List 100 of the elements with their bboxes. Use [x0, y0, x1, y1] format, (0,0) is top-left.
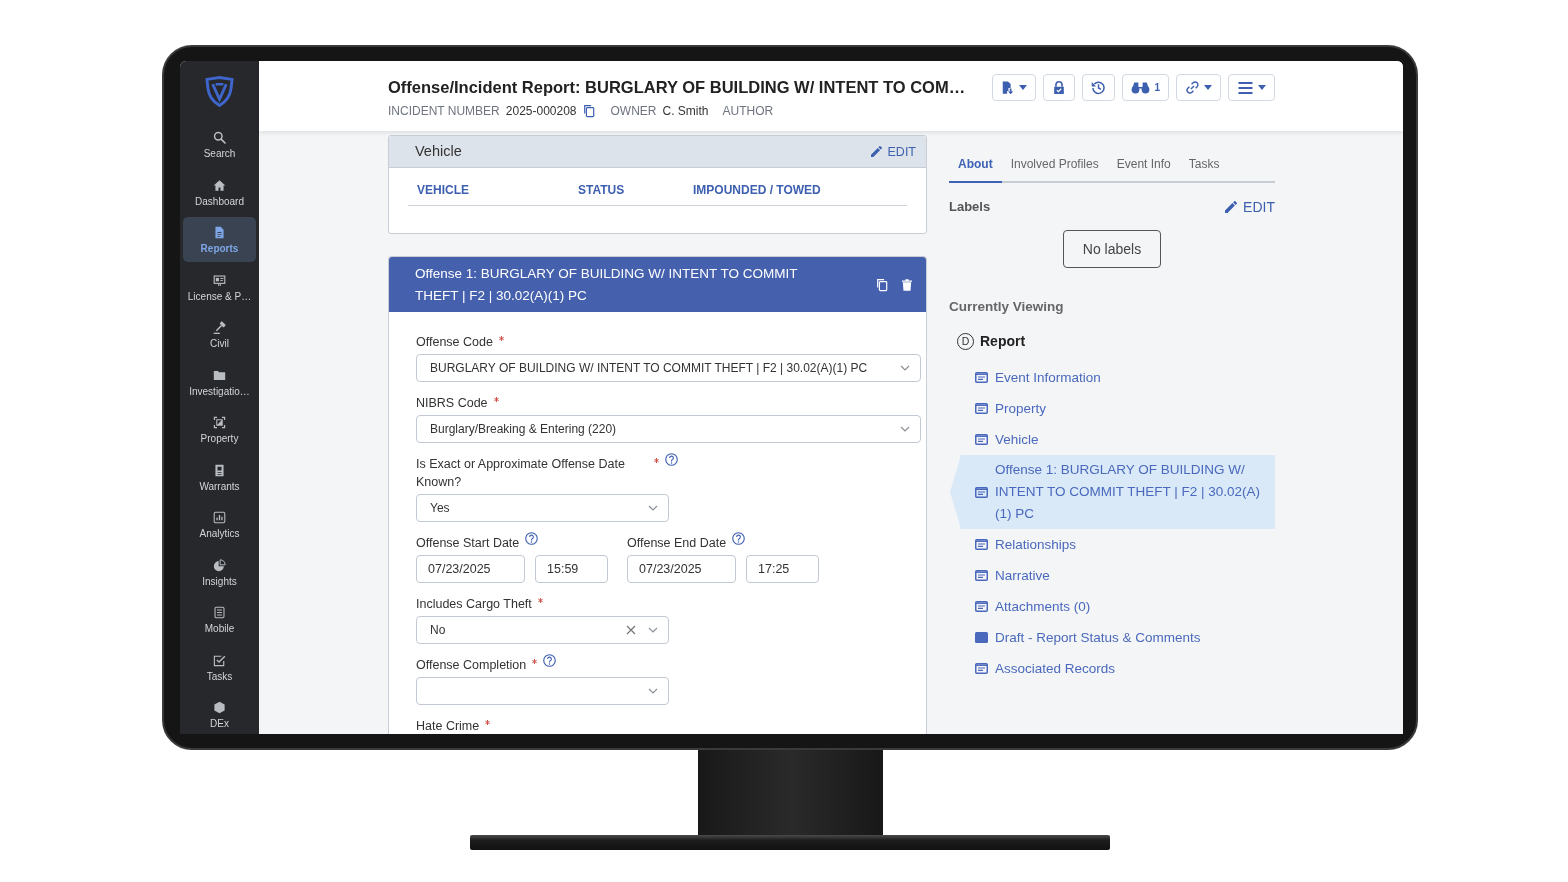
lock-check-icon: [1052, 80, 1067, 95]
panel-tab[interactable]: Event Info: [1107, 151, 1180, 183]
form-icon: [975, 434, 988, 445]
form-icon: [975, 601, 988, 612]
sidebar-nav-item[interactable]: Tasks: [183, 644, 256, 690]
toolbar-button[interactable]: 1: [1122, 74, 1169, 101]
sidebar-nav-item[interactable]: Warrants: [183, 454, 256, 500]
tree-root-label: Report: [980, 332, 1026, 351]
field-label: Includes Cargo Theft: [416, 596, 532, 613]
panel-tab[interactable]: About: [949, 151, 1002, 183]
tree-item[interactable]: Draft - Report Status & Comments: [950, 622, 1275, 653]
square-icon: [975, 632, 988, 643]
panel-tab[interactable]: Tasks: [1179, 151, 1229, 183]
column-header: IMPOUNDED / TOWED: [693, 182, 821, 198]
form-icon: [975, 372, 988, 383]
tree-item[interactable]: Relationships: [950, 529, 1275, 560]
copy-icon[interactable]: [582, 104, 595, 118]
chevron-down-icon: [648, 688, 658, 694]
meta-value: 2025-000208: [505, 103, 577, 119]
toolbar-button[interactable]: [1176, 74, 1221, 101]
checkbox-icon: [213, 653, 226, 667]
meta-label: AUTHOR: [722, 103, 774, 119]
binoculars-icon: [1131, 81, 1151, 94]
offense-title: Offense 1: BURGLARY OF BUILDING W/ INTENT TO COMMIT THEFT | F2 | 30.02(A)(1) PC: [415, 264, 799, 305]
tree-item[interactable]: Offense 1: BURGLARY OF BUILDING W/ INTENT TO COMMIT THEFT | F2 | 30.02(A)(1) PC: [950, 455, 1275, 529]
home-icon: [213, 178, 226, 192]
sidebar-nav-item[interactable]: Mobile: [183, 597, 256, 642]
help-icon[interactable]: [543, 654, 557, 667]
id-card-icon: [213, 273, 226, 287]
meta-value: C. Smith: [662, 103, 709, 119]
sidebar-nav-item[interactable]: Search: [183, 122, 256, 167]
sidebar-nav-item[interactable]: Dashboard: [183, 169, 256, 215]
column-header: STATUS: [578, 182, 626, 198]
card-title: Vehicle: [415, 141, 462, 161]
bar-chart-icon: [213, 511, 226, 524]
clipboard-icon: [213, 606, 226, 619]
tree-item[interactable]: Associated Records: [950, 653, 1275, 684]
time-input[interactable]: 17:25: [746, 555, 819, 583]
field-label: Is Exact or Approximate Offense Date Known?: [416, 456, 626, 491]
meta-label: INCIDENT NUMBER: [388, 103, 500, 119]
empty-labels-notice: No labels: [1063, 230, 1161, 268]
meta-label: OWNER: [610, 103, 657, 119]
link-icon: [1185, 80, 1200, 95]
sidebar-nav-item[interactable]: Investigatio…: [183, 359, 256, 405]
sidebar-nav-item[interactable]: DEx: [183, 692, 256, 734]
copy-icon[interactable]: [876, 277, 888, 292]
form-icon: [975, 663, 988, 674]
form-icon: [975, 539, 988, 550]
sidebar-nav-item[interactable]: License & P…: [183, 264, 256, 310]
field-label: Offense Completion: [416, 657, 527, 674]
dropdown-field[interactable]: [416, 677, 669, 705]
toolbar-button[interactable]: [1043, 74, 1076, 101]
trash-icon[interactable]: [902, 278, 912, 291]
sidebar-nav-item[interactable]: Property: [183, 407, 256, 452]
tree-item[interactable]: Attachments (0): [950, 591, 1275, 622]
time-input[interactable]: 15:59: [535, 555, 608, 583]
help-icon[interactable]: [732, 532, 746, 545]
dropdown-field[interactable]: Burglary/Breaking & Entering (220): [416, 415, 921, 443]
search-icon: [213, 131, 226, 144]
toolbar-button[interactable]: [1228, 74, 1275, 101]
tree-item[interactable]: Narrative: [950, 560, 1275, 591]
dropdown-field[interactable]: Yes: [416, 494, 669, 522]
history-icon: [1091, 80, 1107, 95]
field-label: Offense Code: [416, 334, 493, 351]
sidebar-nav-item[interactable]: Analytics: [183, 502, 256, 547]
tree-item[interactable]: Vehicle: [950, 424, 1275, 455]
date-input[interactable]: 07/23/2025: [627, 555, 736, 583]
form-icon: [975, 570, 988, 581]
gavel-icon: [213, 321, 226, 334]
field-label: Offense End Date: [627, 535, 727, 552]
sidebar-nav-item[interactable]: Insights: [183, 549, 256, 595]
image-frame-icon: [213, 416, 226, 429]
badge-icon: [213, 463, 226, 477]
sidebar-nav-item[interactable]: Civil: [183, 312, 256, 357]
edit-link[interactable]: EDIT: [870, 143, 916, 160]
edit-link[interactable]: EDIT: [1225, 199, 1275, 215]
form-icon: [975, 486, 988, 498]
folder-icon: [213, 368, 226, 382]
menu-icon: [1237, 80, 1254, 95]
tree-item[interactable]: Event Information: [950, 362, 1275, 393]
help-icon[interactable]: [525, 532, 539, 545]
toolbar-button[interactable]: [1082, 74, 1116, 101]
sidebar-nav-item[interactable]: Reports: [183, 217, 256, 262]
field-label: NIBRS Code: [416, 395, 488, 412]
pencil-icon: [870, 146, 882, 157]
toolbar-button[interactable]: [992, 74, 1037, 101]
clear-icon[interactable]: [626, 625, 636, 635]
field-label: Offense Start Date: [416, 535, 520, 552]
dropdown-field[interactable]: No: [416, 616, 669, 644]
tree-item[interactable]: Property: [950, 393, 1275, 424]
date-input[interactable]: 07/23/2025: [416, 555, 525, 583]
form-icon: [975, 403, 988, 414]
chevron-down-icon: [648, 505, 658, 511]
dropdown-field[interactable]: BURGLARY OF BUILDING W/ INTENT TO COMMIT THEFT | F2 | 30.02(A)(1) PC: [416, 354, 921, 382]
shield-logo-icon[interactable]: [205, 76, 234, 107]
document-arrow-icon: [1001, 80, 1016, 95]
help-icon[interactable]: [665, 453, 678, 466]
panel-tab[interactable]: Involved Profiles: [1001, 151, 1108, 183]
hexagon-icon: [213, 701, 226, 714]
chevron-down-icon: [900, 426, 910, 432]
